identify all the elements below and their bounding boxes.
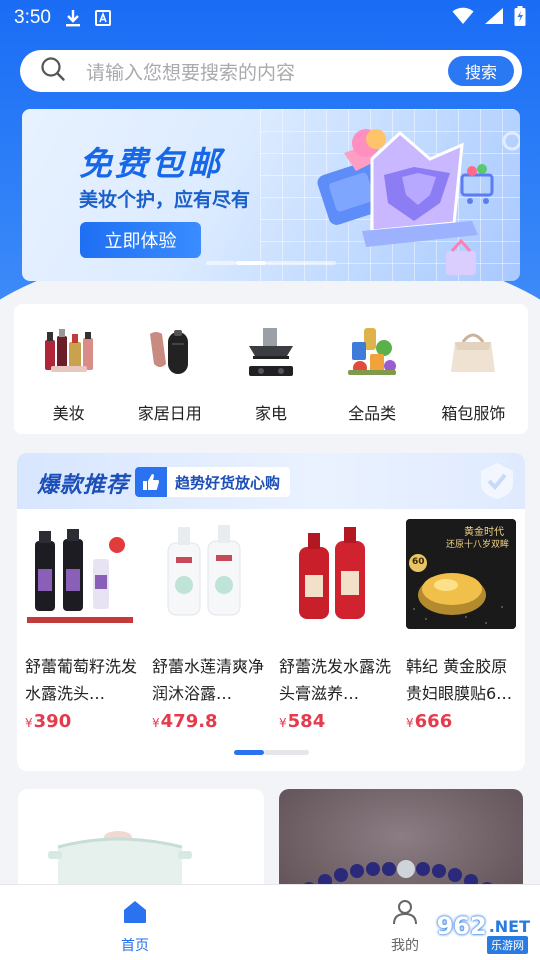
hot-tag-text: 趋势好货放心购 [175,473,281,492]
product-carousel: 舒蕾葡萄籽洗发水露洗头… ¥390 舒蕾水莲清爽净润沐浴露… ¥479.8 舒蕾… [25,519,525,732]
search-bar[interactable]: 请输入您想要搜索的内容 搜索 [20,50,522,92]
hot-title: 爆款推荐 [37,473,130,498]
hot-tag: 趋势好货放心购 [135,467,291,497]
umbrella-icon [142,324,198,380]
signal-icon [484,7,504,29]
product-card[interactable]: 黄金时代 还原十八岁双眸 60 韩纪 黄金胶原贵妇眼膜贴6… ¥666 [406,519,518,732]
tab-label: 首页 [121,938,149,954]
watermark-suffix: .NET [488,916,530,936]
category-cosmetics[interactable]: 美妆 [21,304,117,434]
diamond-crown-icon [317,129,520,275]
handbag-icon [445,324,501,380]
product-card[interactable]: 舒蕾洗发水露洗头膏滋养… ¥584 [279,519,391,732]
product-price: ¥584 [279,711,326,732]
product-card[interactable]: 舒蕾水莲清爽净润沐浴露… ¥479.8 [152,519,264,732]
category-label: 箱包服饰 [441,404,506,423]
tab-home[interactable]: 首页 [0,885,270,960]
search-icon [40,56,66,86]
groceries-icon [344,324,400,380]
product-price: ¥390 [25,711,72,732]
watermark-sub: 乐游网 [487,936,528,954]
tab-label: 我的 [391,938,419,954]
category-home[interactable]: 家居日用 [122,304,218,434]
user-icon [392,899,418,929]
category-bags[interactable]: 箱包服饰 [425,304,521,434]
watermark-logo: 962 [436,912,487,940]
product-image [25,519,135,629]
battery-charging-icon [514,6,526,30]
product-name: 韩纪 黄金胶原贵妇眼膜贴6… [406,657,513,703]
category-label: 家电 [254,404,287,423]
product-image: 黄金时代 还原十八岁双眸 60 [406,519,516,629]
download-icon [65,9,81,27]
thumbs-up-icon [135,467,167,497]
status-bar: 3:50 [0,0,540,36]
search-input[interactable]: 请输入您想要搜索的内容 [86,58,448,85]
promo-line1: 黄金时代 [464,527,504,538]
product-image [152,519,262,629]
wifi-icon [452,7,474,29]
promo-line2: 还原十八岁双眸 [446,540,510,550]
product-name: 舒蕾葡萄籽洗发水露洗头… [25,657,137,703]
check-badge-icon [477,461,517,505]
product-name: 舒蕾水莲清爽净润沐浴露… [152,657,264,703]
product-image [279,519,389,629]
banner-subtitle: 美妆个护，应有尽有 [79,189,251,211]
promo-banner[interactable]: 免费包邮 美妆个护，应有尽有 立即体验 [22,109,520,281]
status-time: 3:50 [14,7,51,28]
banner-pagination [206,261,336,265]
cosmetics-icon [41,324,97,380]
product-card[interactable]: 舒蕾葡萄籽洗发水露洗头… ¥390 [25,519,137,732]
range-hood-icon [243,324,299,380]
site-watermark: 962 .NET 乐游网 [436,912,530,954]
category-all[interactable]: 全品类 [324,304,420,434]
banner-title: 免费包邮 [79,144,223,183]
category-label: 家居日用 [137,404,202,423]
promo-badge: 60 [412,557,425,567]
home-icon [122,899,148,929]
product-price: ¥666 [406,711,453,732]
category-grid: 美妆 家居日用 家电 全品类 箱包服饰 [14,304,528,434]
carousel-indicator [234,750,309,755]
product-name: 舒蕾洗发水露洗头膏滋养… [279,657,391,703]
banner-cta-button[interactable]: 立即体验 [80,222,201,258]
search-button[interactable]: 搜索 [448,56,514,86]
product-price: ¥479.8 [152,711,218,732]
category-appliance[interactable]: 家电 [223,304,319,434]
hot-header: 爆款推荐 趋势好货放心购 [17,453,525,509]
hot-products-section: 爆款推荐 趋势好货放心购 舒蕾葡萄籽洗发水露洗头… ¥390 舒蕾水莲清爽净润沐… [17,453,525,771]
a11y-badge-icon [94,10,111,26]
category-label: 全品类 [348,404,397,423]
category-label: 美妆 [52,404,85,423]
